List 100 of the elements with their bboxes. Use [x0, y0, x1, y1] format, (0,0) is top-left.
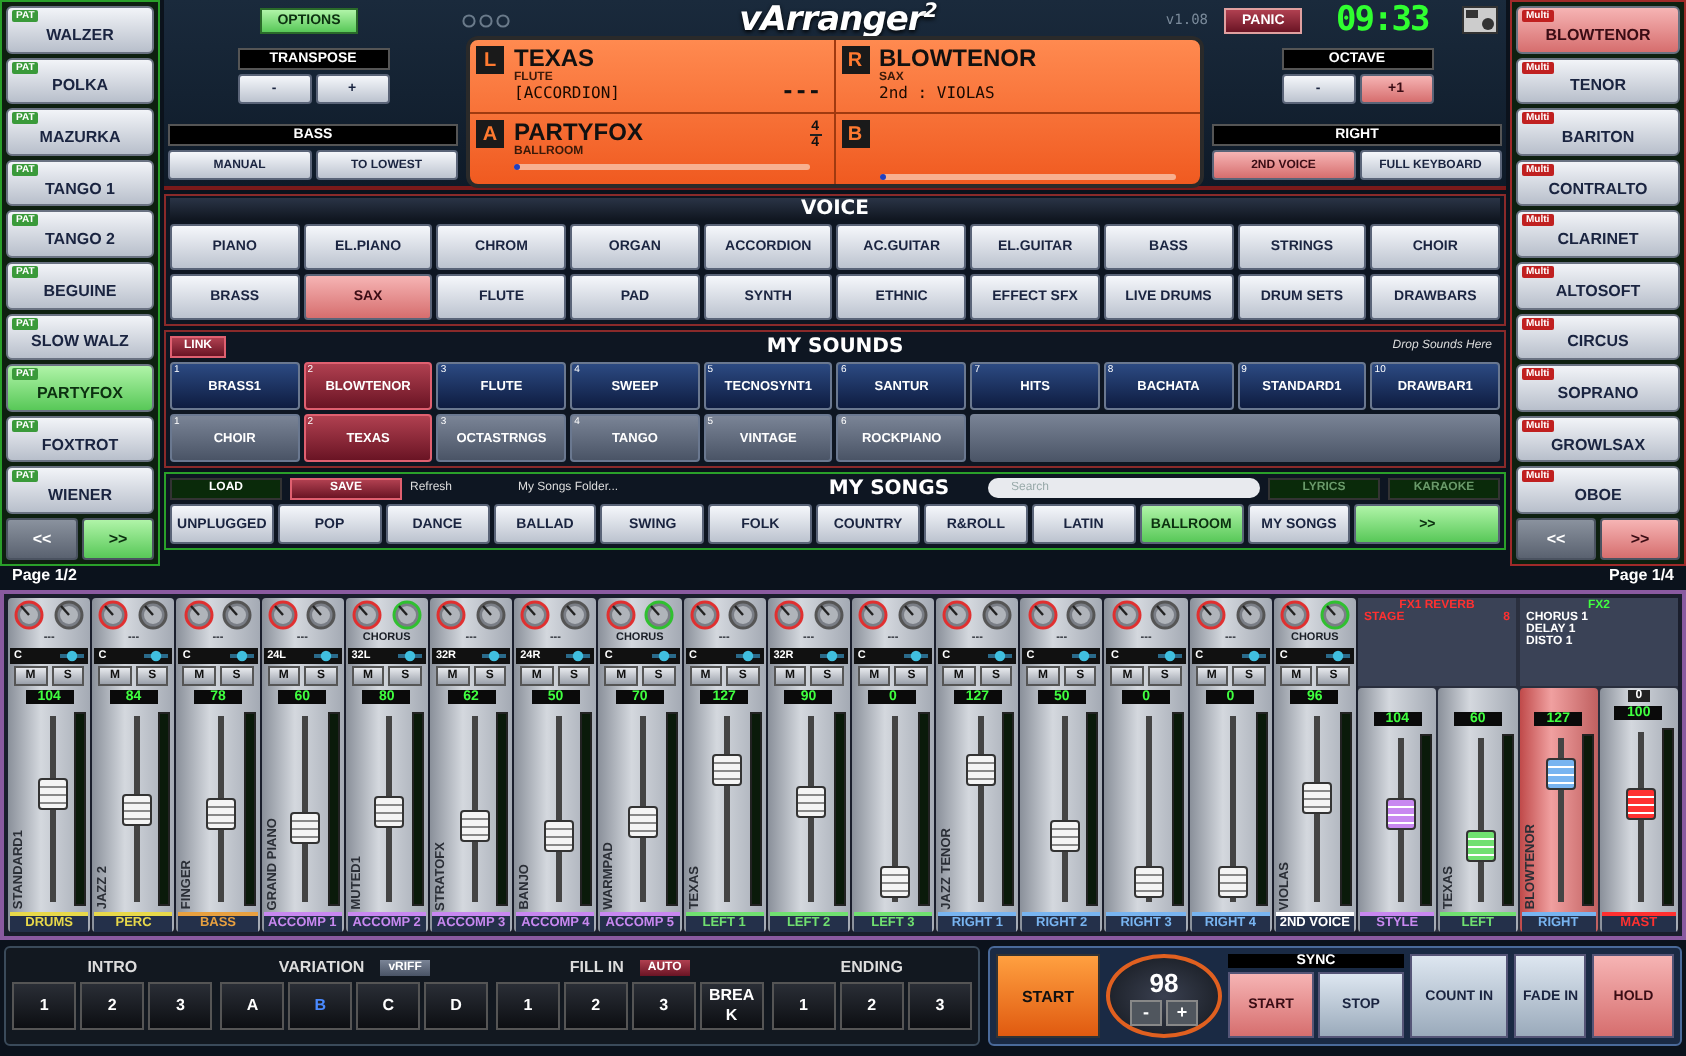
fader-handle[interactable]	[459, 809, 490, 842]
fader-handle[interactable]	[1218, 866, 1249, 899]
pattern-button[interactable]: C	[356, 982, 421, 1030]
pan-icon	[651, 650, 675, 662]
knob-icon[interactable]	[858, 600, 889, 630]
clock: 09:33	[1336, 0, 1429, 40]
knob-icon[interactable]	[391, 600, 422, 630]
knob-icon[interactable]	[1027, 600, 1058, 630]
knob-icon[interactable]	[1280, 600, 1311, 630]
knob-icon[interactable]	[605, 600, 636, 630]
pan-icon	[819, 650, 844, 662]
knob-icon[interactable]	[1066, 600, 1097, 630]
fader-handle[interactable]	[1049, 820, 1080, 853]
knob-icon[interactable]	[306, 600, 337, 630]
fader-handle[interactable]	[1626, 787, 1657, 820]
pattern-button[interactable]: 2	[563, 982, 628, 1030]
fader-handle[interactable]	[796, 785, 827, 818]
fader-handle[interactable]	[121, 793, 152, 825]
part-key-label: R	[841, 46, 869, 74]
style-key-label: B	[841, 120, 869, 148]
knob-icon[interactable]	[560, 600, 591, 630]
knob-icon[interactable]	[436, 600, 467, 630]
pattern-button[interactable]: 1	[771, 982, 836, 1030]
fader-handle[interactable]	[374, 796, 405, 829]
knob-icon[interactable]	[1150, 600, 1181, 630]
knob-icon[interactable]	[897, 600, 928, 630]
knob-icon[interactable]	[520, 600, 551, 630]
pan-icon	[988, 650, 1013, 662]
pattern-button[interactable]: 2	[839, 982, 904, 1030]
fader-handle[interactable]	[1302, 782, 1333, 815]
voice-title: VOICE	[170, 198, 1500, 220]
knob-icon[interactable]	[1235, 600, 1266, 630]
knob-icon[interactable]	[98, 600, 129, 630]
dots-icon[interactable]	[462, 13, 510, 27]
page-indicator: Page 1/4	[1609, 566, 1674, 588]
pan-icon	[904, 650, 929, 662]
knob-icon[interactable]	[1195, 600, 1226, 630]
fader-handle[interactable]	[1546, 757, 1577, 790]
previous-page-button[interactable]: <<	[1516, 517, 1596, 560]
pan-icon	[144, 650, 169, 662]
fader-handle[interactable]	[1465, 830, 1496, 863]
knob-icon[interactable]	[14, 600, 45, 630]
next-page-button[interactable]: >>	[82, 517, 154, 560]
part-detail: 2nd : VIOLAS	[879, 84, 995, 102]
fader-handle[interactable]	[712, 754, 743, 787]
tempo-down-button[interactable]: -	[1130, 999, 1162, 1025]
knob-icon[interactable]	[475, 600, 506, 630]
pattern-button[interactable]: D	[424, 982, 489, 1030]
pattern-button[interactable]: 3	[907, 982, 972, 1030]
knob-icon[interactable]	[644, 600, 675, 630]
knob-icon[interactable]	[138, 600, 169, 630]
fader-handle[interactable]	[627, 805, 658, 838]
fader-handle[interactable]	[205, 797, 236, 830]
knob-icon[interactable]	[689, 600, 720, 630]
tempo-up-button[interactable]: +	[1166, 999, 1198, 1025]
pattern-button[interactable]: 1	[496, 982, 560, 1030]
knob-icon[interactable]	[942, 600, 973, 630]
knob-icon[interactable]	[352, 600, 383, 630]
my-sounds-title: MY SOUNDS	[764, 335, 906, 357]
monitor-icon[interactable]	[1461, 6, 1498, 34]
app-logo: vArranger$^{2}$	[739, 0, 937, 40]
fader-handle[interactable]	[965, 754, 996, 787]
knob-icon[interactable]	[53, 600, 84, 630]
style-name: PARTYFOX	[514, 118, 643, 146]
pattern-button[interactable]: 3	[148, 982, 213, 1030]
knob-icon[interactable]	[183, 600, 214, 630]
fader-handle[interactable]	[290, 811, 321, 844]
knob-icon[interactable]	[1319, 600, 1350, 630]
knob-icon[interactable]	[728, 600, 759, 630]
start-button[interactable]: START	[996, 954, 1100, 1038]
fader-handle[interactable]	[543, 820, 574, 853]
page-indicator: Page 1/2	[12, 566, 77, 588]
pattern-button[interactable]: BREAK	[699, 982, 764, 1030]
knob-icon[interactable]	[222, 600, 253, 630]
pan-icon	[313, 650, 338, 662]
previous-page-button[interactable]: <<	[6, 517, 78, 560]
knob-icon[interactable]	[813, 600, 844, 630]
knob-icon[interactable]	[1111, 600, 1142, 630]
section-title: FILL IN	[569, 958, 624, 976]
fader-handle[interactable]	[37, 777, 68, 810]
section-title: VARIATION	[278, 958, 365, 976]
pattern-button[interactable]: B	[288, 982, 353, 1030]
tempo-value: 98	[1149, 967, 1179, 997]
knob-icon[interactable]	[267, 600, 298, 630]
pattern-button[interactable]: 1	[12, 982, 77, 1030]
pan-icon	[1241, 650, 1266, 662]
pattern-button[interactable]: 2	[80, 982, 145, 1030]
part-detail: [ACCORDION]	[514, 84, 620, 102]
knob-icon[interactable]	[981, 600, 1012, 630]
knob-icon[interactable]	[773, 600, 804, 630]
section-title: ENDING	[840, 958, 903, 976]
pan-icon	[397, 650, 422, 662]
fader-handle[interactable]	[1385, 797, 1416, 830]
pattern-button[interactable]: 3	[631, 982, 696, 1030]
pan-icon	[1157, 650, 1182, 662]
pattern-button[interactable]: A	[220, 982, 285, 1030]
fader-handle[interactable]	[880, 866, 911, 899]
my-songs-title: MY SONGS	[826, 477, 952, 499]
next-page-button[interactable]: >>	[1600, 517, 1680, 560]
fader-handle[interactable]	[1134, 866, 1165, 899]
